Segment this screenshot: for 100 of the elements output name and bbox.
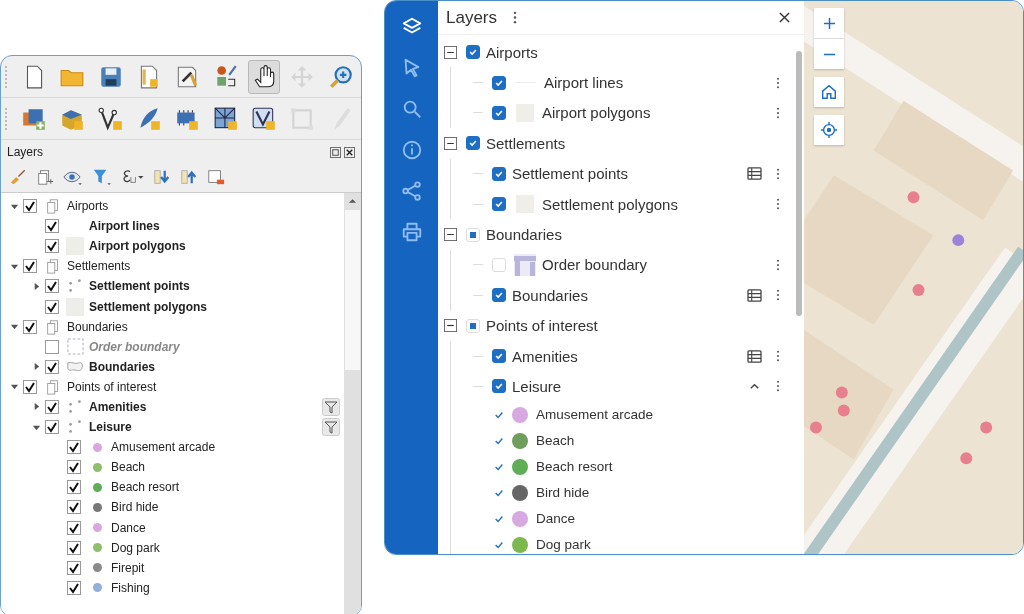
layer-name[interactable]: Settlements	[67, 259, 131, 274]
expand-arrow-icon[interactable]	[9, 322, 19, 332]
checkbox[interactable]	[492, 349, 506, 364]
layer-name[interactable]: Settlements	[486, 134, 566, 152]
checkbox[interactable]	[466, 45, 480, 60]
more-icon[interactable]	[776, 258, 780, 271]
more-icon[interactable]	[776, 198, 780, 211]
layer-name[interactable]: Fishing	[111, 580, 150, 595]
checkbox[interactable]	[67, 520, 81, 535]
layer-name[interactable]: Boundaries	[67, 319, 128, 334]
layer-name[interactable]: Settlement polygons	[542, 195, 678, 213]
checkbox[interactable]	[45, 239, 59, 254]
checkbox[interactable]	[492, 75, 506, 90]
close-icon[interactable]	[344, 146, 355, 158]
layer-name[interactable]: Dog park	[536, 537, 591, 553]
layer-name[interactable]: Airports	[67, 199, 109, 214]
locate-button[interactable]	[814, 115, 844, 145]
checkbox[interactable]	[45, 359, 59, 374]
float-panel-icon[interactable]	[330, 146, 341, 158]
layer-name[interactable]: Amenities	[89, 400, 147, 414]
zoom-in-icon	[327, 63, 354, 90]
more-icon[interactable]	[776, 350, 780, 363]
layer-name[interactable]: Bird hide	[111, 500, 159, 515]
collapse-all-icon[interactable]	[180, 168, 198, 186]
layer-name[interactable]: Airport lines	[544, 74, 624, 92]
scrollbar[interactable]	[344, 193, 361, 614]
layer-name[interactable]: Points of interest	[486, 317, 598, 335]
layer-name[interactable]: Amusement arcade	[536, 407, 654, 423]
layer-name[interactable]: Settlement polygons	[89, 299, 207, 314]
expand-arrow-icon[interactable]	[9, 382, 19, 392]
checkbox[interactable]	[466, 136, 480, 151]
layer-name[interactable]: Amusement arcade	[111, 440, 216, 455]
more-icon[interactable]	[776, 106, 780, 119]
layer-name[interactable]: Settlement points	[512, 165, 628, 183]
checkbox[interactable]	[23, 199, 37, 214]
checkbox[interactable]	[67, 440, 81, 455]
filter-icon[interactable]	[322, 398, 340, 416]
layer-name[interactable]: Beach resort	[111, 480, 180, 495]
checkbox[interactable]	[45, 400, 59, 414]
close-icon[interactable]	[779, 12, 790, 23]
more-icon[interactable]	[776, 289, 780, 302]
layer-name[interactable]: Boundaries	[89, 359, 155, 374]
layer-name[interactable]: Dog park	[111, 540, 160, 555]
table-icon[interactable]	[747, 167, 762, 181]
layer-name[interactable]: Amenities	[512, 347, 578, 365]
table-icon[interactable]	[747, 349, 762, 363]
checkbox[interactable]	[67, 480, 81, 495]
table-icon[interactable]	[747, 288, 762, 302]
layer-name[interactable]: Beach	[536, 433, 575, 449]
layer-name[interactable]: Beach	[111, 460, 146, 475]
remove-layer-icon[interactable]	[207, 168, 225, 186]
layer-name[interactable]: Order boundary	[542, 256, 648, 274]
checkbox[interactable]	[67, 540, 81, 555]
layer-name[interactable]: Leisure	[89, 420, 132, 435]
layer-name[interactable]: Leisure	[512, 378, 562, 395]
add-group-icon[interactable]	[36, 168, 54, 186]
checkbox[interactable]	[23, 259, 37, 274]
collapse-icon[interactable]	[444, 319, 457, 333]
more-icon[interactable]	[776, 76, 780, 89]
checkbox[interactable]	[23, 319, 37, 334]
checkbox[interactable]	[45, 420, 59, 435]
checkbox[interactable]	[45, 299, 59, 314]
expand-all-icon[interactable]	[153, 168, 171, 186]
layer-name[interactable]: Dance	[111, 520, 146, 535]
collapse-icon[interactable]	[444, 136, 457, 150]
expression-icon[interactable]	[120, 168, 144, 186]
checkbox[interactable]	[492, 288, 506, 303]
toolbar-button[interactable]	[247, 59, 281, 94]
filter-icon[interactable]	[322, 418, 340, 437]
layer-name[interactable]: Airport polygons	[542, 104, 651, 122]
checkbox[interactable]	[492, 166, 506, 181]
layer-name[interactable]: Dance	[536, 511, 576, 527]
layer-name[interactable]: Airport polygons	[89, 239, 186, 254]
layer-name[interactable]: Airports	[486, 43, 538, 61]
checkbox[interactable]	[45, 219, 59, 234]
layer-name[interactable]: Points of interest	[67, 379, 157, 394]
checkbox[interactable]	[45, 279, 59, 294]
layer-name[interactable]: Boundaries	[486, 226, 562, 244]
scroll-up-icon[interactable]	[348, 198, 357, 204]
layer-name[interactable]: Settlement points	[89, 279, 190, 294]
checkbox[interactable]	[67, 560, 81, 575]
checkbox[interactable]	[492, 379, 506, 394]
more-icon[interactable]	[776, 380, 780, 393]
zoom-in-button[interactable]	[814, 8, 844, 38]
layer-name[interactable]: Airport lines	[89, 219, 160, 234]
checkbox[interactable]	[67, 580, 81, 595]
more-icon[interactable]	[776, 167, 780, 180]
layer-name[interactable]: Beach resort	[536, 459, 613, 475]
collapse-icon[interactable]	[444, 228, 457, 242]
checkbox[interactable]	[67, 460, 81, 475]
collapse-icon[interactable]	[444, 45, 457, 59]
checkbox[interactable]	[23, 379, 37, 394]
layer-name[interactable]: Bird hide	[536, 485, 590, 501]
layer-name[interactable]: Boundaries	[512, 286, 588, 304]
checkbox[interactable]	[67, 500, 81, 515]
checkbox[interactable]	[492, 197, 506, 212]
more-icon[interactable]	[513, 11, 518, 24]
layer-name[interactable]: Firepit	[111, 560, 145, 575]
checkbox[interactable]	[492, 105, 506, 120]
home-button[interactable]	[814, 77, 844, 107]
